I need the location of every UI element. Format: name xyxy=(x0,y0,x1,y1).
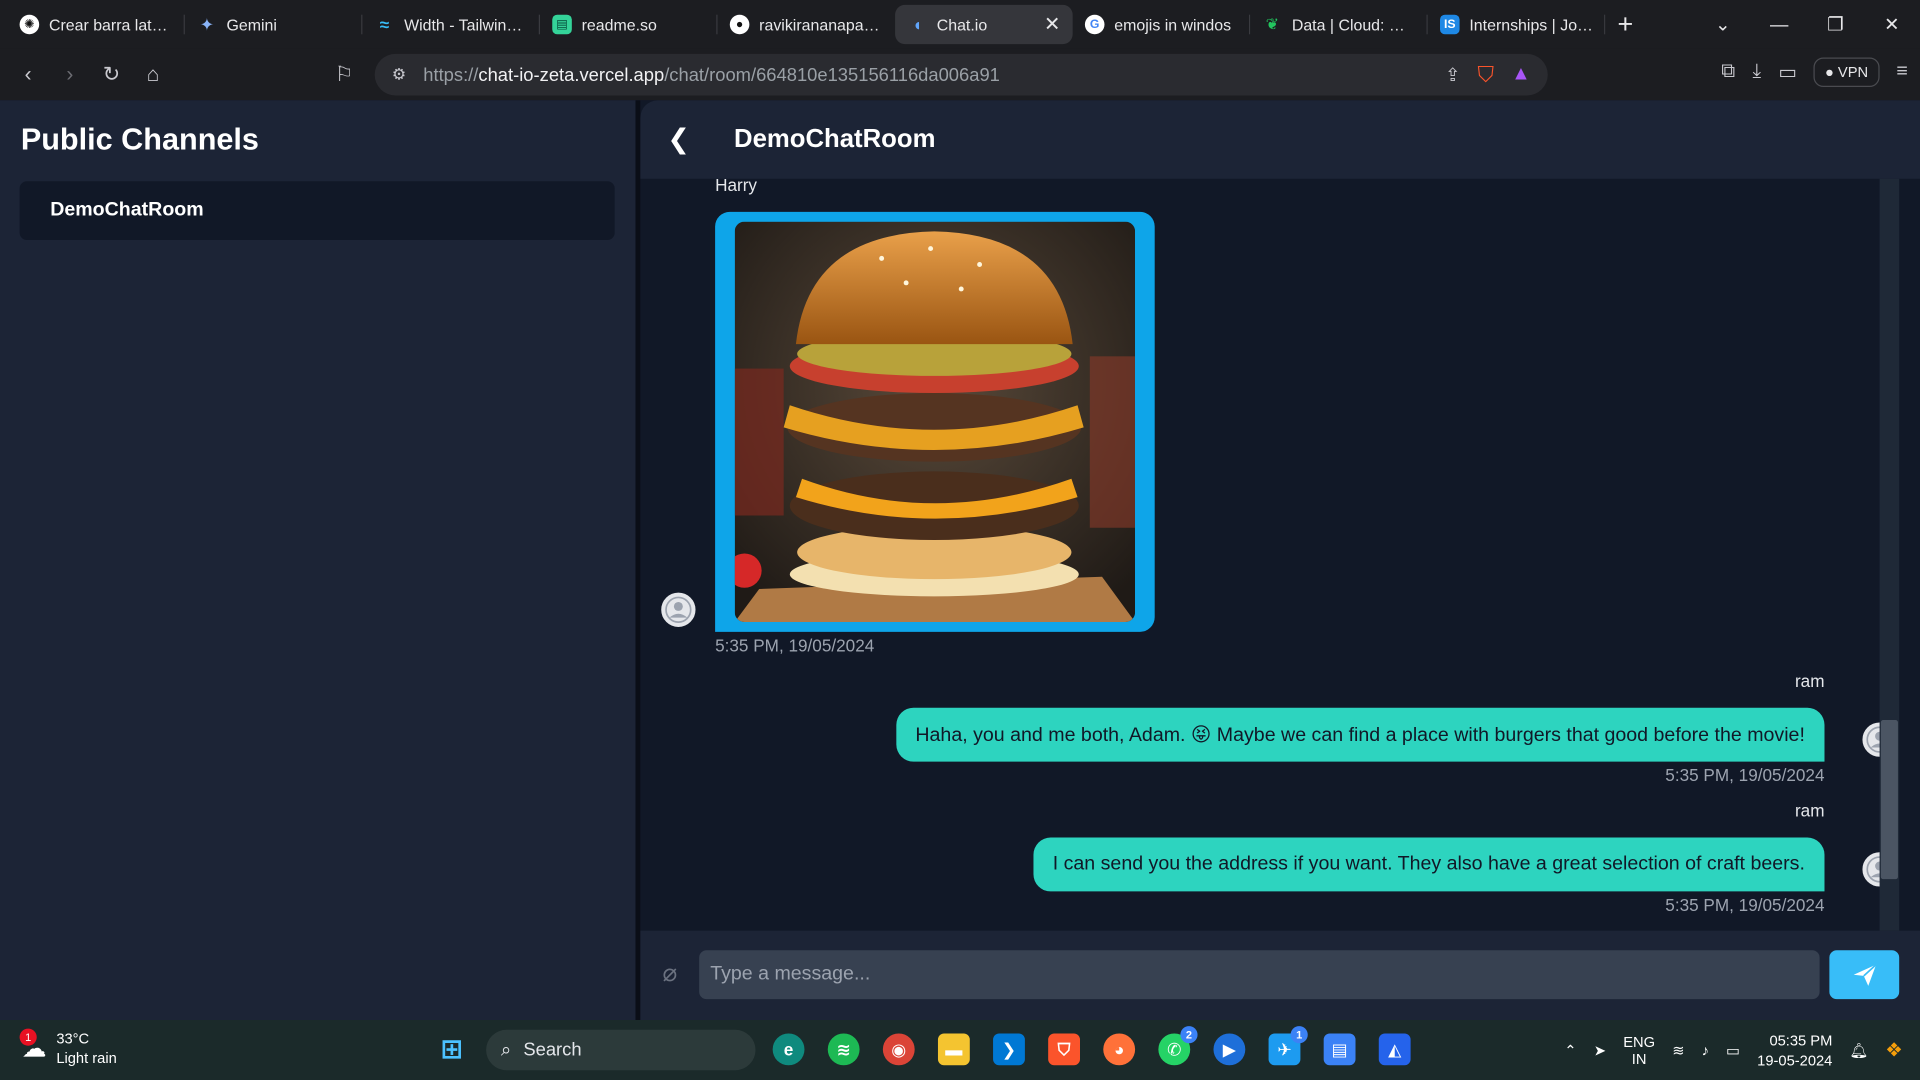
message-sender: ram xyxy=(1794,800,1825,821)
site-info-icon[interactable]: ⚙ xyxy=(392,65,406,85)
download-icon[interactable]: ⤓ xyxy=(1752,61,1761,83)
readme-icon: ▤ xyxy=(552,14,572,35)
back-icon[interactable]: ‹ xyxy=(7,62,49,86)
browser-tab[interactable]: ❦ Data | Cloud: Mon xyxy=(1250,5,1428,44)
twitter-badge: 1 xyxy=(1290,1026,1308,1044)
vpn-button[interactable]: ● VPN xyxy=(1813,57,1880,87)
minimize-icon[interactable]: — xyxy=(1751,14,1807,35)
browser-tab[interactable]: ● ravikirananaparthi xyxy=(718,5,896,44)
sidebar-title: Public Channels xyxy=(20,122,259,157)
taskbar-search[interactable]: ⌕ Search xyxy=(486,1029,756,1071)
chat-icon: ◖ xyxy=(911,14,923,35)
browser-tab[interactable]: ✺ Crear barra lateral xyxy=(7,5,185,44)
reload-icon[interactable]: ↻ xyxy=(91,62,133,86)
text-message-bubble[interactable]: I can send you the address if you want. … xyxy=(1033,837,1825,892)
chat-app: Public Channels DemoChatRoom ❮ DemoChatR… xyxy=(0,100,1920,1021)
message-composer: ⌀ xyxy=(640,930,1920,1021)
browser-tab[interactable]: ▤ readme.so xyxy=(540,5,718,44)
photos-icon[interactable]: ◭ xyxy=(1378,1033,1411,1066)
wallet-icon[interactable]: ▭ xyxy=(1778,60,1797,84)
browser-tab[interactable]: IS Internships | Jobs xyxy=(1428,5,1606,44)
media-player-icon[interactable]: ▶ xyxy=(1213,1033,1246,1066)
scrollbar-thumb[interactable] xyxy=(1880,720,1898,880)
twitter-icon[interactable]: ✈ 1 xyxy=(1268,1026,1308,1066)
google-icon: G xyxy=(1084,14,1105,35)
chevron-up-icon[interactable]: ⌃ xyxy=(1564,1041,1576,1058)
browser-tab-active[interactable]: ◖ Chat.io ✕ xyxy=(895,4,1073,45)
search-icon: ⌕ xyxy=(500,1039,512,1061)
weather-widget[interactable]: ☁ 1 33°C Light rain xyxy=(19,1027,117,1068)
send-button[interactable] xyxy=(1829,950,1900,1000)
notepad-icon[interactable]: ▤ xyxy=(1323,1033,1356,1066)
extensions-icon[interactable]: ⧉ xyxy=(1721,61,1735,83)
user-avatar xyxy=(658,590,698,630)
window-controls: ⌄ — ❐ ✕ xyxy=(1695,0,1920,49)
battery-icon[interactable]: ▭ xyxy=(1726,1041,1740,1058)
weather-badge: 1 xyxy=(19,1027,37,1046)
menu-icon[interactable]: ≡ xyxy=(1896,61,1907,83)
home-icon[interactable]: ⌂ xyxy=(132,62,174,86)
vscode-icon[interactable]: ❯ xyxy=(993,1033,1025,1066)
close-window-icon[interactable]: ✕ xyxy=(1864,13,1920,36)
message-timestamp: 5:35 PM, 19/05/2024 xyxy=(1665,765,1825,785)
browser-toolbar: ‹ › ↻ ⌂ ⚐ ⚙ https://chat-io-zeta.vercel.… xyxy=(0,48,1920,101)
tab-list-chevron-icon[interactable]: ⌄ xyxy=(1695,13,1751,36)
language-indicator[interactable]: ENG IN xyxy=(1623,1033,1655,1067)
system-tray: ⌃ ➤ ENG IN ≋ ♪ ▭ 05:35 PM 19-05-2024 🔔︎ ❖ xyxy=(1564,1020,1920,1080)
share-icon[interactable]: ⇪ xyxy=(1445,64,1460,86)
message-sender: Harry xyxy=(715,175,758,195)
wifi-icon[interactable]: ≋ xyxy=(1672,1041,1684,1058)
start-menu-icon[interactable]: ⊞ xyxy=(436,1033,468,1065)
message-input[interactable] xyxy=(699,950,1820,1000)
user-icon xyxy=(665,596,692,623)
whatsapp-icon[interactable]: ✆ 2 xyxy=(1158,1026,1198,1066)
brave-shield-icon[interactable]: ⛉ xyxy=(1478,62,1495,88)
firefox-icon[interactable]: ◕ xyxy=(1103,1033,1136,1066)
clock[interactable]: 05:35 PM 19-05-2024 xyxy=(1757,1030,1832,1069)
address-bar[interactable]: ⚙ https://chat-io-zeta.vercel.app/chat/r… xyxy=(374,53,1548,96)
browser-tab[interactable]: G emojis in windos xyxy=(1073,5,1251,44)
back-arrow-icon[interactable]: ❮ xyxy=(667,124,690,156)
whatsapp-badge: 2 xyxy=(1180,1026,1198,1044)
bookmark-icon[interactable]: ⚐ xyxy=(323,62,365,86)
forward-icon[interactable]: › xyxy=(49,62,91,86)
message-timestamp: 5:35 PM, 19/05/2024 xyxy=(1665,895,1825,915)
browser-tab[interactable]: ✦ Gemini xyxy=(185,5,363,44)
windows-taskbar: ☁ 1 33°C Light rain ⊞ ⌕ Search e ≋ ◉ ▬ ❯ ⛉… xyxy=(0,1020,1920,1080)
edge-icon[interactable]: e xyxy=(772,1033,805,1066)
burger-image[interactable] xyxy=(734,221,1136,623)
openai-icon: ✺ xyxy=(19,14,40,35)
volume-icon[interactable]: ♪ xyxy=(1702,1041,1709,1058)
room-title: DemoChatRoom xyxy=(734,124,936,154)
rain-cloud-icon: ☁ 1 xyxy=(19,1027,47,1064)
spotify-icon[interactable]: ≋ xyxy=(827,1033,860,1066)
browser-tab[interactable]: ≈ Width - Tailwind CSS xyxy=(362,5,541,44)
close-tab-icon[interactable]: ✕ xyxy=(1044,12,1060,36)
internshala-icon: IS xyxy=(1440,14,1460,35)
brave-icon[interactable]: ⛉ xyxy=(1048,1033,1081,1066)
chat-header: ❮ DemoChatRoom xyxy=(640,100,1920,179)
new-tab-icon[interactable]: + xyxy=(1618,9,1634,41)
gemini-icon: ✦ xyxy=(199,14,215,34)
text-message-bubble[interactable]: Haha, you and me both, Adam. 😝 Maybe we … xyxy=(895,707,1825,762)
file-explorer-icon[interactable]: ▬ xyxy=(937,1033,970,1066)
location-icon[interactable]: ➤ xyxy=(1594,1041,1606,1058)
attach-icon[interactable]: ⌀ xyxy=(662,958,677,989)
sidebar: Public Channels DemoChatRoom xyxy=(0,100,636,1021)
message-timestamp: 5:35 PM, 19/05/2024 xyxy=(715,635,875,656)
message-sender: ram xyxy=(1794,671,1825,691)
notification-bell-icon[interactable]: 🔔︎ xyxy=(1849,1041,1868,1058)
github-icon: ● xyxy=(729,14,750,35)
restore-icon[interactable]: ❐ xyxy=(1807,13,1863,36)
channel-item[interactable]: DemoChatRoom xyxy=(19,181,615,241)
tailwind-icon: ≈ xyxy=(379,14,390,35)
chrome-icon[interactable]: ◉ xyxy=(882,1033,915,1066)
mongodb-icon: ❦ xyxy=(1265,14,1279,34)
brave-rewards-icon[interactable]: ▲ xyxy=(1511,64,1530,86)
send-icon xyxy=(1853,963,1877,986)
copilot-icon[interactable]: ❖ xyxy=(1885,1038,1903,1062)
browser-tab-bar: ✺ Crear barra lateral ✦ Gemini ≈ Width -… xyxy=(0,0,1920,49)
chat-panel: ❮ DemoChatRoom Harry 5:35 PM, 19/05/2024… xyxy=(640,100,1920,1021)
image-message-bubble[interactable] xyxy=(715,211,1155,632)
